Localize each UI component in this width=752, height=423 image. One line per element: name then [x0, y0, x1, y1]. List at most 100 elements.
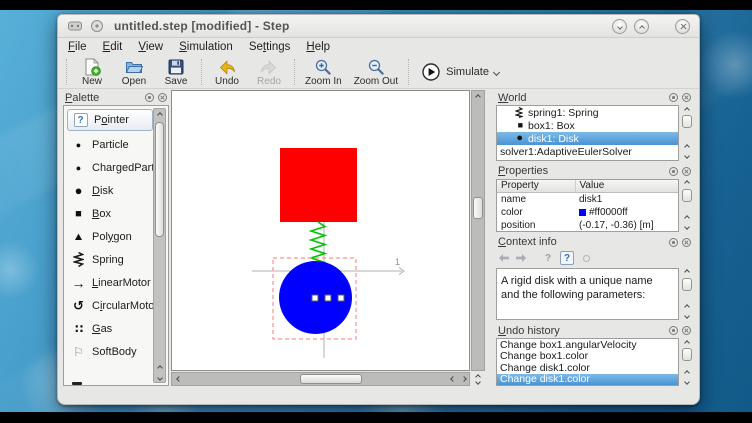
palette-item-particle[interactable]: ● Particle	[66, 133, 153, 156]
close-panel-icon[interactable]	[682, 238, 691, 247]
scroll-down-icon[interactable]	[685, 377, 689, 386]
undo-item[interactable]: Change disk1.color	[497, 362, 678, 374]
menu-simulation[interactable]: Simulation	[179, 41, 233, 53]
property-value[interactable]: #ff0000ff	[575, 206, 678, 219]
world-item-disk1[interactable]: ● disk1: Disk	[497, 132, 678, 145]
scroll-up-icon[interactable]	[685, 214, 689, 223]
properties-scrollbar[interactable]	[680, 179, 693, 232]
scroll-up-icon[interactable]	[685, 268, 689, 277]
scroll-left-icon[interactable]	[446, 377, 459, 381]
menu-edit[interactable]: Edit	[103, 41, 123, 53]
scrollbar-thumb[interactable]	[300, 374, 362, 384]
canvas-vertical-scrollbar[interactable]	[471, 90, 485, 371]
float-panel-icon[interactable]	[669, 167, 678, 176]
menu-file[interactable]: File	[68, 41, 87, 53]
close-panel-icon[interactable]	[682, 93, 691, 102]
canvas-scroll-corner[interactable]	[470, 372, 485, 386]
handle[interactable]	[312, 295, 318, 301]
scroll-left-icon[interactable]	[172, 377, 185, 381]
float-panel-icon[interactable]	[669, 326, 678, 335]
close-panel-icon[interactable]	[682, 167, 691, 176]
palette-item-spring[interactable]: Spring	[66, 248, 153, 271]
menu-settings[interactable]: Settings	[249, 41, 291, 53]
close-button[interactable]	[675, 19, 690, 34]
whats-this-icon[interactable]: ?	[560, 251, 574, 265]
world-item-box1[interactable]: ■ box1: Box	[497, 119, 678, 132]
zoom-in-button[interactable]: Zoom In	[299, 57, 348, 88]
world-item-solver1[interactable]: solver1:AdaptiveEulerSolver	[497, 145, 678, 158]
undo-item[interactable]: Change box1.color	[497, 351, 678, 363]
scrollbar-thumb[interactable]	[682, 348, 692, 361]
handle[interactable]	[338, 295, 344, 301]
canvas-horizontal-scrollbar[interactable]	[171, 372, 470, 386]
selection-handles[interactable]	[312, 295, 344, 301]
scene-canvas[interactable]: 1	[171, 90, 470, 371]
scrollbar-thumb[interactable]	[682, 115, 692, 128]
undo-scrollbar[interactable]	[680, 338, 693, 386]
scrollbar-thumb[interactable]	[682, 278, 692, 291]
palette-item-disk[interactable]: ● Disk	[66, 179, 153, 202]
palette-item-gas[interactable]: ∷ Gas	[66, 317, 153, 340]
property-value[interactable]: (-0.17, -0.36) [m]	[575, 219, 678, 232]
scroll-up-icon[interactable]	[476, 91, 480, 102]
minimize-button[interactable]	[612, 19, 627, 34]
scroll-up-icon[interactable]	[685, 105, 689, 114]
new-button[interactable]: New	[71, 57, 113, 88]
redo-button[interactable]: Redo	[248, 57, 290, 88]
scroll-up-icon[interactable]	[158, 109, 162, 120]
palette-item-pointer[interactable]: ? Pointer	[67, 109, 153, 131]
palette-item-chargedparticle[interactable]: ● ChargedPartic	[66, 156, 153, 179]
column-header-value[interactable]: Value	[575, 180, 678, 193]
palette-item-softbody[interactable]: ⚐ SoftBody	[66, 340, 153, 363]
scroll-up-icon[interactable]	[685, 338, 689, 347]
open-button[interactable]: Open	[113, 57, 155, 88]
menu-help[interactable]: Help	[306, 41, 330, 53]
palette-item-linearmotor[interactable]: → LinearMotor	[66, 271, 153, 294]
menu-view[interactable]: View	[138, 41, 163, 53]
palette-item-circularmotor[interactable]: ↺ CircularMotor	[66, 294, 153, 317]
scroll-down-icon[interactable]	[685, 223, 689, 232]
scroll-up-icon[interactable]	[158, 362, 162, 373]
save-button[interactable]: Save	[155, 57, 197, 88]
float-panel-icon[interactable]	[145, 93, 154, 102]
scroll-up-icon[interactable]	[685, 179, 689, 188]
undo-button[interactable]: Undo	[206, 57, 248, 88]
scroll-up-icon[interactable]	[685, 368, 689, 377]
scroll-up-icon[interactable]	[685, 143, 689, 152]
world-item-spring1[interactable]: spring1: Spring	[497, 106, 678, 119]
scroll-down-icon[interactable]	[685, 152, 689, 161]
scroll-right-icon[interactable]	[459, 377, 469, 381]
close-panel-icon[interactable]	[682, 326, 691, 335]
box1-object[interactable]	[280, 148, 357, 222]
scroll-up-icon[interactable]	[685, 302, 689, 311]
titlebar[interactable]: untitled.step [modified] - Step	[58, 15, 699, 38]
scroll-down-icon[interactable]	[685, 311, 689, 320]
float-panel-icon[interactable]	[669, 93, 678, 102]
column-header-property[interactable]: Property	[497, 180, 575, 193]
palette-item-box[interactable]: ■ Box	[66, 202, 153, 225]
toolbar-handle[interactable]	[66, 59, 67, 85]
undo-item[interactable]: Change box1.angularVelocity	[497, 339, 678, 351]
zoom-out-button[interactable]: Zoom Out	[348, 57, 404, 88]
property-value[interactable]: disk1	[575, 193, 678, 206]
palette-item-polygon[interactable]: ▲ Polygon	[66, 225, 153, 248]
help-icon[interactable]: ?	[541, 251, 555, 265]
scroll-down-icon[interactable]	[158, 373, 162, 382]
world-scrollbar[interactable]	[680, 105, 693, 161]
undo-item[interactable]: Change disk1.color	[497, 374, 678, 386]
follow-selection-icon[interactable]	[583, 255, 590, 262]
close-panel-icon[interactable]	[158, 93, 167, 102]
simulate-button[interactable]: Simulate	[413, 59, 507, 85]
forward-button[interactable]	[515, 253, 527, 263]
scrollbar-thumb[interactable]	[473, 197, 483, 219]
handle[interactable]	[325, 295, 331, 301]
window-menu-icon[interactable]	[90, 19, 104, 33]
back-button[interactable]	[498, 253, 510, 263]
maximize-button[interactable]	[634, 19, 649, 34]
palette-scrollbar[interactable]	[153, 108, 166, 383]
float-panel-icon[interactable]	[669, 238, 678, 247]
scrollbar-thumb[interactable]	[155, 122, 164, 237]
context-scrollbar[interactable]	[680, 268, 693, 320]
scrollbar-thumb[interactable]	[682, 189, 692, 202]
properties-header: Properties	[496, 164, 693, 179]
